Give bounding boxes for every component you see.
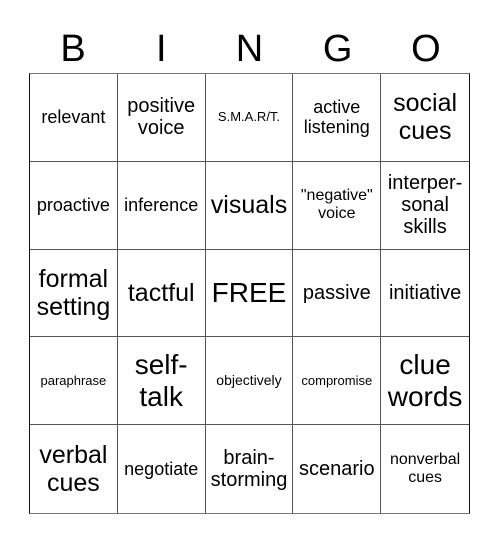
bingo-cell[interactable]: formal setting: [30, 249, 118, 338]
bingo-card: relevant positive voice S.M.A.R/T. activ…: [29, 73, 470, 514]
bingo-cell[interactable]: "negative" voice: [293, 161, 382, 250]
bingo-cell[interactable]: clue words: [381, 337, 469, 426]
bingo-cell[interactable]: inference: [117, 161, 206, 250]
bingo-cell[interactable]: self- talk: [117, 337, 206, 426]
bingo-cell[interactable]: interper- sonal skills: [381, 162, 469, 250]
bingo-cell[interactable]: passive: [293, 249, 382, 338]
bingo-header: B I N G O: [29, 26, 470, 72]
bingo-cell[interactable]: proactive: [30, 161, 118, 250]
bingo-cell[interactable]: nonverbal cues: [381, 425, 469, 513]
header-letter-i: I: [156, 28, 167, 70]
bingo-cell-free[interactable]: FREE: [205, 249, 294, 338]
bingo-cell[interactable]: positive voice: [117, 74, 206, 162]
bingo-cell[interactable]: brain- storming: [206, 425, 294, 513]
bingo-cell[interactable]: verbal cues: [30, 425, 118, 513]
bingo-cell[interactable]: social cues: [381, 74, 469, 162]
bingo-cell[interactable]: relevant: [30, 74, 118, 162]
header-letter-n: N: [235, 28, 264, 70]
bingo-cell[interactable]: active listening: [293, 74, 382, 162]
header-letter-o: O: [411, 28, 441, 70]
bingo-cell[interactable]: initiative: [381, 250, 469, 338]
header-letter-b: B: [60, 28, 86, 70]
bingo-cell[interactable]: compromise: [293, 337, 382, 426]
bingo-cell[interactable]: S.M.A.R/T.: [205, 74, 294, 162]
bingo-cell[interactable]: scenario: [293, 425, 382, 513]
bingo-cell[interactable]: paraphrase: [30, 337, 118, 426]
bingo-cell[interactable]: visuals: [205, 161, 294, 250]
bingo-cell[interactable]: objectively: [205, 337, 294, 426]
bingo-cell[interactable]: negotiate: [118, 425, 206, 513]
header-letter-g: G: [322, 28, 353, 70]
bingo-cell[interactable]: tactful: [117, 249, 206, 338]
